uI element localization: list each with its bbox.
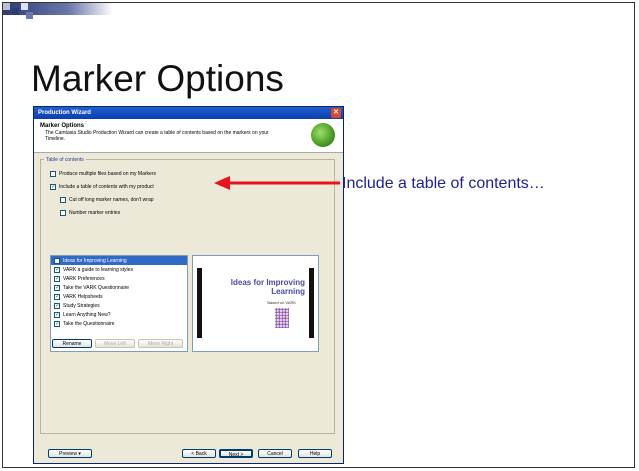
callout-arrow	[214, 176, 340, 190]
arrow-head	[214, 176, 230, 190]
callout-text: Include a table of contents…	[342, 175, 545, 192]
